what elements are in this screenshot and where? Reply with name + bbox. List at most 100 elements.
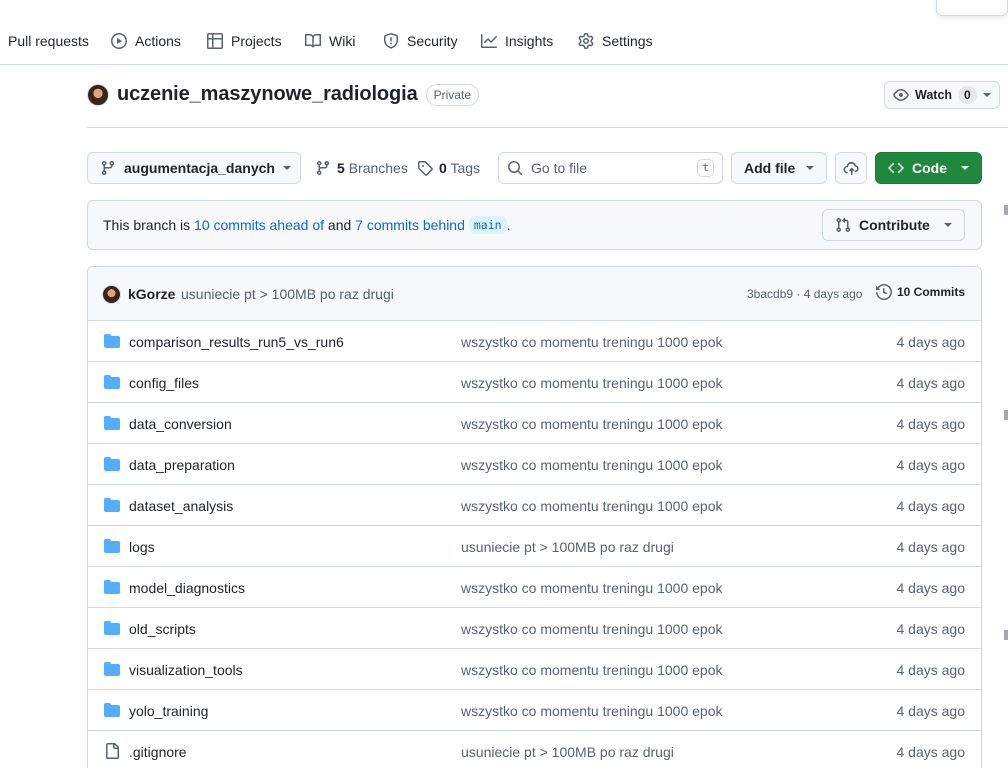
side-edge-mark bbox=[1004, 410, 1008, 420]
chevron-down-icon bbox=[944, 223, 952, 227]
file-table: kGorze usuniecie pt > 100MB po raz drugi… bbox=[87, 266, 982, 768]
folder-icon bbox=[104, 374, 120, 390]
commit-sha-time[interactable]: 3bacdb9 · 4 days ago bbox=[747, 287, 862, 301]
file-row[interactable]: old_scripts wszystko co momentu treningu … bbox=[88, 608, 981, 649]
file-row[interactable]: logs usuniecie pt > 100MB po raz drugi 4 d… bbox=[88, 526, 981, 567]
file-commit-date: 4 days ago bbox=[896, 334, 966, 350]
watch-button[interactable]: Watch 0 bbox=[884, 81, 1000, 109]
tab-projects[interactable]: Projects bbox=[207, 28, 282, 54]
code-icon bbox=[888, 162, 904, 174]
file-commit-message[interactable]: wszystko co momentu treningu 1000 epok bbox=[461, 703, 722, 719]
commits-history-link[interactable]: 10 Commits bbox=[876, 284, 965, 300]
file-row[interactable]: dataset_analysis wszystko co momentu tren… bbox=[88, 485, 981, 526]
code-button[interactable]: Code bbox=[875, 152, 982, 184]
tab-wiki[interactable]: Wiki bbox=[305, 28, 355, 54]
file-commit-message[interactable]: wszystko co momentu treningu 1000 epok bbox=[461, 375, 722, 391]
tags-link[interactable]: 0 Tags bbox=[417, 152, 480, 184]
nav-label: Security bbox=[407, 33, 458, 49]
chevron-down-icon bbox=[282, 166, 291, 170]
go-to-file-search[interactable]: t bbox=[498, 152, 723, 184]
owner-avatar[interactable] bbox=[87, 83, 109, 106]
file-row[interactable]: data_preparation wszystko co momentu tren… bbox=[88, 444, 981, 485]
branch-select-button[interactable]: augumentacja_danych bbox=[87, 152, 301, 184]
file-commit-message[interactable]: wszystko co momentu treningu 1000 epok bbox=[461, 580, 722, 596]
shield-icon bbox=[384, 33, 398, 49]
file-commit-message[interactable]: usuniecie pt > 100MB po raz drugi bbox=[461, 744, 674, 760]
file-row[interactable]: data_conversion wszystko co momentu treni… bbox=[88, 403, 981, 444]
nav-label: Settings bbox=[602, 33, 653, 49]
file-commit-message[interactable]: wszystko co momentu treningu 1000 epok bbox=[461, 457, 722, 473]
add-file-button[interactable]: Add file bbox=[731, 152, 827, 184]
search-shortcut-hint: t bbox=[697, 159, 714, 177]
file-row[interactable]: model_diagnostics wszystko co momentu tre… bbox=[88, 567, 981, 608]
file-row[interactable]: comparison_results_run5_vs_run6 wszystko … bbox=[88, 321, 981, 362]
tab-pull-requests[interactable]: Pull requests bbox=[8, 28, 89, 54]
commit-author[interactable]: kGorze bbox=[128, 286, 175, 302]
file-name-link[interactable]: visualization_tools bbox=[129, 662, 243, 678]
file-row[interactable]: visualization_tools wszystko co momentu t… bbox=[88, 649, 981, 690]
nav-label: Pull requests bbox=[8, 33, 89, 49]
chevron-down-icon bbox=[983, 93, 991, 97]
branch-status-and: and bbox=[327, 217, 352, 233]
tab-actions[interactable]: Actions bbox=[111, 28, 181, 54]
tab-security[interactable]: Security bbox=[383, 28, 458, 54]
file-commit-date: 4 days ago bbox=[896, 662, 966, 678]
file-name-link[interactable]: comparison_results_run5_vs_run6 bbox=[129, 334, 344, 350]
eye-icon bbox=[893, 89, 909, 101]
sync-fork-button[interactable] bbox=[835, 152, 867, 184]
file-name-link[interactable]: data_conversion bbox=[129, 416, 232, 432]
file-name-link[interactable]: data_preparation bbox=[129, 457, 235, 473]
branches-link[interactable]: 5 Branches bbox=[315, 152, 408, 184]
commits-ahead-link[interactable]: 10 commits ahead of bbox=[194, 217, 324, 233]
file-commit-date: 4 days ago bbox=[896, 580, 966, 596]
file-name-link[interactable]: logs bbox=[129, 539, 155, 555]
contribute-button[interactable]: Contribute bbox=[822, 209, 965, 241]
tags-count: 0 bbox=[439, 160, 447, 176]
commit-message[interactable]: usuniecie pt > 100MB po raz drugi bbox=[181, 286, 394, 302]
file-name-link[interactable]: old_scripts bbox=[129, 621, 196, 637]
commits-behind-link[interactable]: 7 commits behind bbox=[355, 217, 465, 233]
branch-status-suffix: . bbox=[506, 217, 511, 233]
branch-name: augumentacja_danych bbox=[124, 160, 275, 176]
folder-icon bbox=[104, 661, 120, 677]
search-input[interactable] bbox=[531, 160, 681, 176]
folder-icon bbox=[104, 333, 120, 349]
nav-label: Insights bbox=[505, 33, 554, 49]
commits-count-label: 10 Commits bbox=[897, 285, 966, 299]
file-name-link[interactable]: dataset_analysis bbox=[129, 498, 233, 514]
file-commit-message[interactable]: wszystko co momentu treningu 1000 epok bbox=[461, 621, 722, 637]
tab-settings[interactable]: Settings bbox=[578, 28, 653, 54]
file-row[interactable]: config_files wszystko co momentu treningu… bbox=[88, 362, 981, 403]
file-row[interactable]: .gitignore usuniecie pt > 100MB po raz dr… bbox=[88, 731, 981, 768]
folder-icon bbox=[104, 497, 120, 513]
file-commit-message[interactable]: wszystko co momentu treningu 1000 epok bbox=[461, 498, 722, 514]
search-icon bbox=[508, 161, 523, 176]
watch-label: Watch bbox=[915, 88, 953, 102]
file-commit-date: 4 days ago bbox=[896, 416, 966, 432]
file-name-link[interactable]: config_files bbox=[129, 375, 199, 391]
side-edge-mark bbox=[1004, 205, 1008, 215]
author-avatar[interactable] bbox=[102, 285, 121, 304]
watch-count: 0 bbox=[958, 86, 977, 104]
file-commit-message[interactable]: usuniecie pt > 100MB po raz drugi bbox=[461, 539, 674, 555]
file-commit-date: 4 days ago bbox=[896, 621, 966, 637]
latest-commit-row: kGorze usuniecie pt > 100MB po raz drugi… bbox=[88, 267, 981, 321]
file-name-link[interactable]: .gitignore bbox=[129, 744, 187, 760]
file-commit-message[interactable]: wszystko co momentu treningu 1000 epok bbox=[461, 416, 722, 432]
file-name-link[interactable]: yolo_training bbox=[129, 703, 208, 719]
branch-icon bbox=[316, 161, 329, 176]
file-commit-message[interactable]: wszystko co momentu treningu 1000 epok bbox=[461, 334, 722, 350]
repo-name[interactable]: uczenie_maszynowe_radiologia bbox=[117, 83, 418, 106]
table-icon bbox=[207, 33, 223, 49]
file-name-link[interactable]: model_diagnostics bbox=[129, 580, 245, 596]
folder-icon bbox=[104, 456, 120, 472]
gear-icon bbox=[578, 33, 594, 49]
base-branch-tag[interactable]: main bbox=[468, 216, 507, 234]
file-row[interactable]: yolo_training wszystko co momentu trening… bbox=[88, 690, 981, 731]
file-commit-message[interactable]: wszystko co momentu treningu 1000 epok bbox=[461, 662, 722, 678]
add-file-label: Add file bbox=[744, 160, 796, 176]
side-edge-mark bbox=[1004, 630, 1008, 640]
tab-insights[interactable]: Insights bbox=[481, 28, 553, 54]
contribute-label: Contribute bbox=[859, 217, 930, 233]
pull-request-icon bbox=[836, 217, 851, 233]
